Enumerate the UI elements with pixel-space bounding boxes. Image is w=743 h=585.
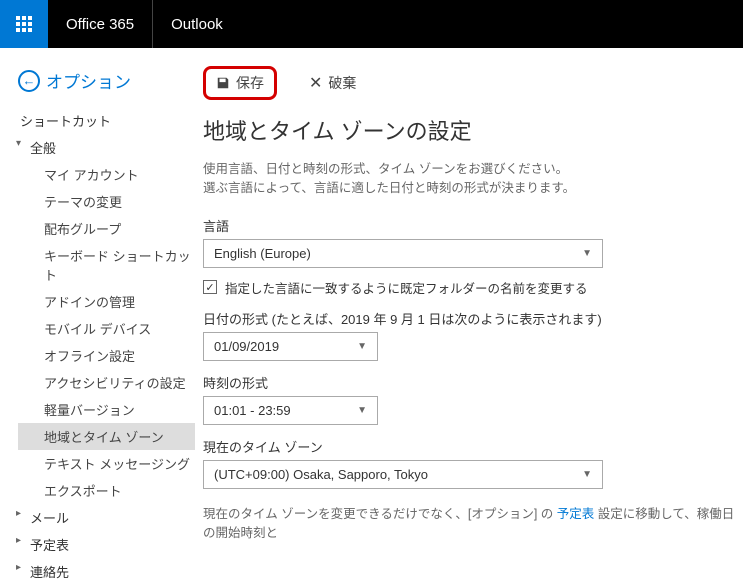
back-arrow-icon: ← bbox=[18, 70, 40, 92]
app-label[interactable]: Outlook bbox=[153, 16, 241, 33]
save-button[interactable]: 保存 bbox=[203, 66, 277, 100]
sidebar-item-contacts[interactable]: 連絡先 bbox=[18, 558, 195, 585]
date-format-select[interactable]: 01/09/2019 ▼ bbox=[203, 332, 378, 361]
sidebar-subitem-my-account[interactable]: マイ アカウント bbox=[18, 161, 195, 188]
page-description: 使用言語、日付と時刻の形式、タイム ゾーンをお選びください。 選ぶ言語によって、… bbox=[203, 160, 743, 198]
toolbar: 保存 ✕ 破棄 bbox=[203, 66, 743, 100]
save-label: 保存 bbox=[236, 73, 264, 93]
chevron-down-icon: ▼ bbox=[357, 405, 367, 416]
top-header: Office 365 Outlook bbox=[0, 0, 743, 48]
sidebar-subitem-addins[interactable]: アドインの管理 bbox=[18, 288, 195, 315]
rename-folder-checkbox-row[interactable]: ✓ 指定した言語に一致するように既定フォルダーの名前を変更する bbox=[203, 278, 743, 297]
sidebar-item-general[interactable]: 全般 bbox=[18, 134, 195, 161]
sidebar-subitem-change-theme[interactable]: テーマの変更 bbox=[18, 188, 195, 215]
chevron-down-icon: ▼ bbox=[582, 469, 592, 480]
page-title: 地域とタイム ゾーンの設定 bbox=[203, 114, 743, 146]
sidebar-subitem-keyboard[interactable]: キーボード ショートカット bbox=[18, 242, 195, 288]
calendar-link[interactable]: 予定表 bbox=[557, 507, 595, 521]
sidebar-subitem-offline[interactable]: オフライン設定 bbox=[18, 342, 195, 369]
sidebar-item-shortcut[interactable]: ショートカット bbox=[18, 107, 195, 134]
time-format-label: 時刻の形式 bbox=[203, 373, 743, 392]
checkbox-icon: ✓ bbox=[203, 280, 217, 294]
discard-icon: ✕ bbox=[309, 73, 322, 93]
chevron-down-icon: ▼ bbox=[357, 341, 367, 352]
main-content: 保存 ✕ 破棄 地域とタイム ゾーンの設定 使用言語、日付と時刻の形式、タイム … bbox=[195, 48, 743, 585]
sidebar-subitem-dist-groups[interactable]: 配布グループ bbox=[18, 215, 195, 242]
timezone-select[interactable]: (UTC+09:00) Osaka, Sapporo, Tokyo ▼ bbox=[203, 460, 603, 489]
back-to-options-link[interactable]: ← オプション bbox=[18, 68, 195, 93]
app-launcher-icon[interactable] bbox=[0, 0, 48, 48]
sidebar-subitem-accessibility[interactable]: アクセシビリティの設定 bbox=[18, 369, 195, 396]
discard-button[interactable]: ✕ 破棄 bbox=[301, 69, 364, 97]
save-icon bbox=[216, 76, 230, 90]
sidebar-subitem-region-timezone[interactable]: 地域とタイム ゾーン bbox=[18, 423, 195, 450]
timezone-value: (UTC+09:00) Osaka, Sapporo, Tokyo bbox=[214, 467, 428, 482]
brand-label[interactable]: Office 365 bbox=[48, 0, 153, 48]
sidebar-subitem-light[interactable]: 軽量バージョン bbox=[18, 396, 195, 423]
language-label: 言語 bbox=[203, 216, 743, 235]
footer-note: 現在のタイム ゾーンを変更できるだけでなく、[オプション] の 予定表 設定に移… bbox=[203, 503, 743, 541]
sidebar-item-mail[interactable]: メール bbox=[18, 504, 195, 531]
sidebar-subitem-text-messaging[interactable]: テキスト メッセージング bbox=[18, 450, 195, 477]
time-format-select[interactable]: 01:01 - 23:59 ▼ bbox=[203, 396, 378, 425]
date-format-label: 日付の形式 (たとえば、2019 年 9 月 1 日は次のように表示されます) bbox=[203, 309, 743, 328]
time-format-value: 01:01 - 23:59 bbox=[214, 403, 291, 418]
rename-folder-label: 指定した言語に一致するように既定フォルダーの名前を変更する bbox=[225, 278, 588, 297]
discard-label: 破棄 bbox=[328, 73, 356, 93]
sidebar-subitem-export[interactable]: エクスポート bbox=[18, 477, 195, 504]
sidebar: ← オプション ショートカット 全般 マイ アカウント テーマの変更 配布グルー… bbox=[0, 48, 195, 585]
sidebar-subitem-mobile[interactable]: モバイル デバイス bbox=[18, 315, 195, 342]
timezone-label: 現在のタイム ゾーン bbox=[203, 437, 743, 456]
language-value: English (Europe) bbox=[214, 246, 311, 261]
date-format-value: 01/09/2019 bbox=[214, 339, 279, 354]
chevron-down-icon: ▼ bbox=[582, 248, 592, 259]
language-select[interactable]: English (Europe) ▼ bbox=[203, 239, 603, 268]
sidebar-item-calendar[interactable]: 予定表 bbox=[18, 531, 195, 558]
back-label: オプション bbox=[46, 68, 131, 93]
